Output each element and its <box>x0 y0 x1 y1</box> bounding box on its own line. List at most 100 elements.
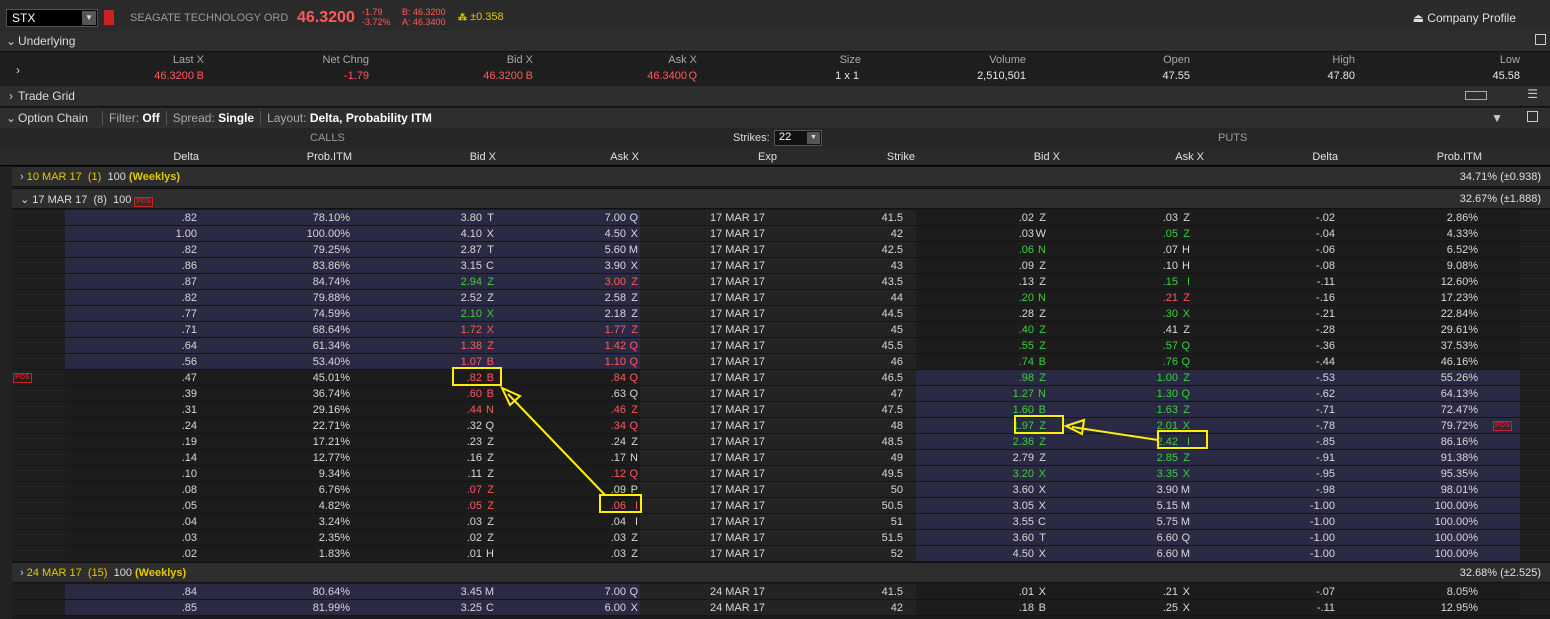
cell-ca[interactable]: 2.58 <box>605 292 626 304</box>
cell-ca[interactable]: .12 <box>611 468 626 480</box>
cell-cb[interactable]: .44 <box>467 404 482 416</box>
cell-pb[interactable]: .98 <box>1019 372 1034 384</box>
cell-pb[interactable]: 1.60 <box>1013 404 1034 416</box>
cell-pa[interactable]: 6.60 <box>1157 532 1178 544</box>
cell-ca[interactable]: .06 <box>611 500 626 512</box>
cell-cb[interactable]: 3.80 <box>461 212 482 224</box>
cell-cb[interactable]: .82 <box>467 372 482 384</box>
cell-cb[interactable]: .05 <box>467 500 482 512</box>
col-strike[interactable]: Strike <box>887 151 915 163</box>
cell-cb[interactable]: 1.38 <box>461 340 482 352</box>
position-badge[interactable]: POS <box>1493 421 1512 431</box>
cell-pb[interactable]: .02 <box>1019 212 1034 224</box>
option-row[interactable]: .47 45.01% .82 B .84 Q 17 MAR 17 46.5 .98 Z 1.00 Z -… <box>12 370 1550 386</box>
cell-pb[interactable]: .20 <box>1019 292 1034 304</box>
cell-ca[interactable]: .03 <box>611 532 626 544</box>
cell-pa[interactable]: .76 <box>1163 356 1178 368</box>
option-row[interactable]: .02 1.83% .01 H .03 Z 17 MAR 17 52 4.50 X 6.60 M -1.… <box>12 546 1550 562</box>
option-row[interactable]: .19 17.21% .23 Z .24 Z 17 MAR 17 48.5 2.36 Z 2.42 I… <box>12 434 1550 450</box>
cell-pa[interactable]: 5.15 <box>1157 500 1178 512</box>
option-row[interactable]: .71 68.64% 1.72 X 1.77 Z 17 MAR 17 45 .40 Z .41 Z -.… <box>12 322 1550 338</box>
cell-pb[interactable]: .13 <box>1019 276 1034 288</box>
cell-ca[interactable]: 2.18 <box>605 308 626 320</box>
cell-pa[interactable]: .25 <box>1163 602 1178 614</box>
alert-flag-icon[interactable] <box>104 10 114 25</box>
position-badge[interactable]: POS <box>13 373 32 383</box>
cell-pb[interactable]: .55 <box>1019 340 1034 352</box>
cell-pa[interactable]: 2.42 <box>1157 436 1178 448</box>
cell-pa[interactable]: 2.01 <box>1157 420 1178 432</box>
cell-ca[interactable]: 3.00 <box>605 276 626 288</box>
cell-pb[interactable]: .18 <box>1019 602 1034 614</box>
cell-ca[interactable]: 1.10 <box>605 356 626 368</box>
cell-cb[interactable]: 2.87 <box>461 244 482 256</box>
cell-cb[interactable]: 2.52 <box>461 292 482 304</box>
cell-ca[interactable]: 3.90 <box>605 260 626 272</box>
chevron-down-icon[interactable]: ⌄ <box>4 111 18 125</box>
cell-pa[interactable]: .03 <box>1163 212 1178 224</box>
col-ask-puts[interactable]: Ask X <box>1175 151 1204 163</box>
cell-ca[interactable]: .46 <box>611 404 626 416</box>
underlying-section-header[interactable]: ⌄ Underlying <box>0 31 1550 52</box>
cell-ca[interactable]: 7.00 <box>605 212 626 224</box>
option-row[interactable]: .03 2.35% .02 Z .03 Z 17 MAR 17 51.5 3.60 T 6.60 Q -… <box>12 530 1550 546</box>
option-row[interactable]: .64 61.34% 1.38 Z 1.42 Q 17 MAR 17 45.5.55 Z .57 Q… <box>12 338 1550 354</box>
cell-cb[interactable]: .03 <box>467 516 482 528</box>
cell-pb[interactable]: .40 <box>1019 324 1034 336</box>
option-row[interactable]: .39 36.74% .60 B .63 Q 17 MAR 17 47 1.27 N 1.30 Q -.… <box>12 386 1550 402</box>
cell-cb[interactable]: 3.45 <box>461 586 482 598</box>
cell-ca[interactable]: 1.42 <box>605 340 626 352</box>
option-row[interactable]: .82 79.88% 2.52 Z 2.58 Z 17 MAR 17 44 .20 N .21 Z -.… <box>12 290 1550 306</box>
cell-pa[interactable]: .57 <box>1163 340 1178 352</box>
cell-pa[interactable]: 3.90 <box>1157 484 1178 496</box>
cell-ca[interactable]: .24 <box>611 436 626 448</box>
cell-pb[interactable]: 3.55 <box>1013 516 1034 528</box>
cell-pb[interactable]: 2.79 <box>1013 452 1034 464</box>
col-bid-puts[interactable]: Bid X <box>1034 151 1060 163</box>
option-row[interactable]: .24 22.71% .32 Q .34 Q 17 MAR 17 48 1.97 Z 2.01 X -.… <box>12 418 1550 434</box>
cell-pa[interactable]: .30 <box>1163 308 1178 320</box>
cell-pa[interactable]: .15 <box>1163 276 1178 288</box>
cell-cb[interactable]: .32 <box>467 420 482 432</box>
expiration-group-10mar[interactable]: › 10 MAR 17 (1) 100 (Weeklys) 34.71% (±0… <box>12 166 1550 187</box>
cell-ca[interactable]: .34 <box>611 420 626 432</box>
cell-cb[interactable]: .02 <box>467 532 482 544</box>
trade-grid-section-header[interactable]: › Trade Grid ☰ <box>0 86 1550 107</box>
popout-icon[interactable] <box>1527 111 1538 122</box>
cell-pb[interactable]: 1.27 <box>1013 388 1034 400</box>
cell-pb[interactable]: 4.50 <box>1013 548 1034 560</box>
cell-pa[interactable]: .21 <box>1163 292 1178 304</box>
option-row[interactable]: 1.00 100.00% 4.10 X 4.50 X 17 MAR 17 42 .03 W .05 Z… <box>12 226 1550 242</box>
cell-ca[interactable]: .17 <box>611 452 626 464</box>
cell-cb[interactable]: .07 <box>467 484 482 496</box>
option-row[interactable]: .86 83.86% 3.15 C 3.90 X 17 MAR 17 43 .09 Z .10 H -.… <box>12 258 1550 274</box>
cell-pa[interactable]: 5.75 <box>1157 516 1178 528</box>
cell-pb[interactable]: .06 <box>1019 244 1034 256</box>
menu-icon[interactable]: ☰ <box>1527 87 1538 101</box>
option-row[interactable]: .87 84.74% 2.94 Z 3.00 Z 17 MAR 17 43.5 .13 Z .15 I… <box>12 274 1550 290</box>
cell-ca[interactable]: .03 <box>611 548 626 560</box>
col-delta-puts[interactable]: Delta <box>1312 151 1338 163</box>
cell-ca[interactable]: 6.00 <box>605 602 626 614</box>
cell-pb[interactable]: .09 <box>1019 260 1034 272</box>
cell-ca[interactable]: .84 <box>611 372 626 384</box>
cell-ca[interactable]: 7.00 <box>605 586 626 598</box>
cell-cb[interactable]: .16 <box>467 452 482 464</box>
grid-layout-icon[interactable] <box>1465 91 1487 100</box>
spread-control[interactable]: Spread: Single <box>165 111 260 125</box>
cell-cb[interactable]: .01 <box>467 548 482 560</box>
cell-pb[interactable]: .28 <box>1019 308 1034 320</box>
cell-cb[interactable]: .23 <box>467 436 482 448</box>
cell-cb[interactable]: 3.25 <box>461 602 482 614</box>
cell-ca[interactable]: .04 <box>611 516 626 528</box>
maximize-icon[interactable] <box>1535 34 1546 45</box>
col-ask-calls[interactable]: Ask X <box>610 151 639 163</box>
symbol-input[interactable]: STX ▼ <box>6 9 98 27</box>
cell-pb[interactable]: 1.97 <box>1013 420 1034 432</box>
option-row[interactable]: .31 29.16% .44 N .46 Z 17 MAR 17 47.5 1.60 B 1.63 Z… <box>12 402 1550 418</box>
company-profile-button[interactable]: ⏏ Company Profile <box>1413 11 1516 25</box>
cell-pa[interactable]: .07 <box>1163 244 1178 256</box>
cell-pa[interactable]: 1.63 <box>1157 404 1178 416</box>
col-bid-calls[interactable]: Bid X <box>470 151 496 163</box>
collapse-icon[interactable]: ▼ <box>1491 111 1503 125</box>
